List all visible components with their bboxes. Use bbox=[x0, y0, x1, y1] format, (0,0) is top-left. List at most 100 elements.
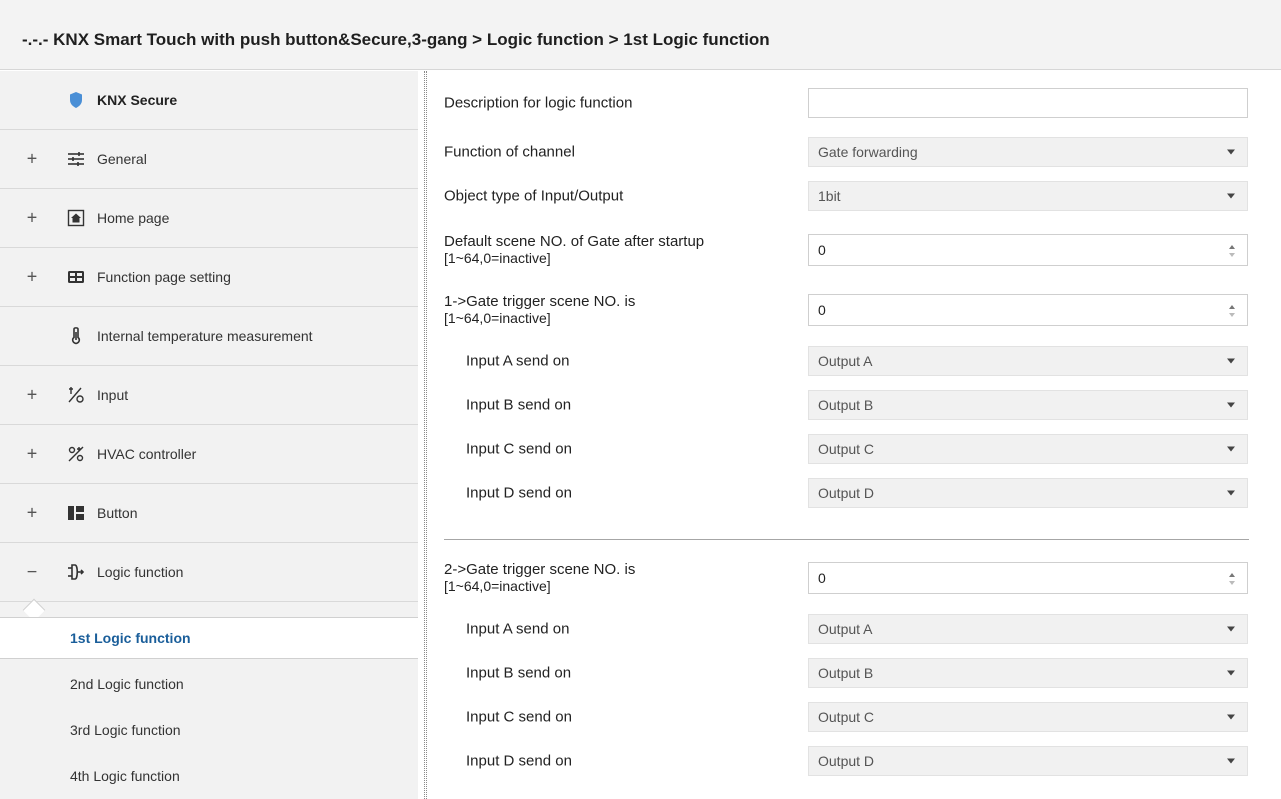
sliders-icon bbox=[66, 149, 86, 169]
expand-icon[interactable]: + bbox=[25, 385, 39, 406]
expand-icon[interactable]: + bbox=[25, 503, 39, 524]
sidebar-item-label: Logic function bbox=[97, 564, 184, 580]
param-label-line1: Default scene NO. of Gate after startup bbox=[444, 233, 705, 250]
hvac-icon bbox=[66, 444, 86, 464]
spin-up-icon[interactable] bbox=[1229, 573, 1235, 577]
panel-splitter[interactable] bbox=[424, 71, 427, 799]
param-label: Input D send on bbox=[466, 752, 572, 770]
shield-icon bbox=[66, 90, 86, 110]
gate2-scene-spinbox[interactable]: 0 bbox=[808, 562, 1248, 594]
sidebar-item-knx-secure[interactable]: KNX Secure bbox=[0, 71, 418, 130]
select-value: Output B bbox=[818, 397, 874, 413]
param-row-gate2-input-c: Input C send on Output C bbox=[428, 698, 1281, 736]
param-row-function-channel: Function of channel Gate forwarding bbox=[428, 133, 1281, 171]
param-row-gate1-input-d: Input D send on Output D bbox=[428, 474, 1281, 512]
sidebar-item-hvac-controller[interactable]: + HVAC controller bbox=[0, 425, 418, 484]
select-value: Output C bbox=[818, 709, 875, 725]
param-row-gate1-input-c: Input C send on Output C bbox=[428, 430, 1281, 468]
param-label: Input B send on bbox=[466, 396, 572, 414]
select-value: Gate forwarding bbox=[818, 144, 918, 160]
sidebar-item-label: Input bbox=[97, 387, 129, 403]
window-title: -.-.- KNX Smart Touch with push button&S… bbox=[22, 30, 770, 49]
param-label: 2->Gate trigger scene NO. is [1~64,0=ina… bbox=[444, 561, 635, 595]
sidebar-item-button[interactable]: + Button bbox=[0, 484, 418, 543]
sidebar: KNX Secure + General + Home page + Funct… bbox=[0, 71, 418, 799]
param-label: Input C send on bbox=[466, 440, 572, 458]
select-value: Output C bbox=[818, 441, 875, 457]
sidebar-subitem-label: 2nd Logic function bbox=[70, 676, 184, 692]
sidebar-item-internal-temperature[interactable]: Internal temperature measurement bbox=[0, 307, 418, 366]
dropdown-arrow-icon bbox=[1227, 149, 1235, 155]
param-label: 1->Gate trigger scene NO. is [1~64,0=ina… bbox=[444, 293, 635, 327]
select-value: Output B bbox=[818, 665, 874, 681]
param-label: Object type of Input/Output bbox=[444, 187, 624, 205]
param-row-gate1-scene: 1->Gate trigger scene NO. is [1~64,0=ina… bbox=[428, 291, 1281, 329]
expand-icon[interactable]: + bbox=[25, 208, 39, 229]
sidebar-subitem-4th-logic-function[interactable]: 4th Logic function bbox=[0, 755, 418, 797]
param-label: Input D send on bbox=[466, 484, 572, 502]
spin-down-icon[interactable] bbox=[1229, 313, 1235, 317]
gate2-input-b-select[interactable]: Output B bbox=[808, 658, 1248, 688]
select-value: Output A bbox=[818, 621, 873, 637]
expand-icon[interactable]: + bbox=[25, 444, 39, 465]
spin-down-icon[interactable] bbox=[1229, 253, 1235, 257]
expand-icon[interactable]: + bbox=[25, 149, 39, 170]
sidebar-item-label: General bbox=[97, 151, 147, 167]
param-row-description: Description for logic function bbox=[428, 84, 1281, 122]
select-value: Output D bbox=[818, 753, 875, 769]
spinbox-value: 0 bbox=[818, 570, 826, 586]
dropdown-arrow-icon bbox=[1227, 358, 1235, 364]
home-icon bbox=[66, 208, 86, 228]
description-input[interactable] bbox=[808, 88, 1248, 118]
param-label: Function of channel bbox=[444, 143, 575, 161]
thermometer-icon bbox=[66, 326, 86, 346]
sidebar-item-label: Internal temperature measurement bbox=[97, 328, 313, 344]
button-icon bbox=[66, 503, 86, 523]
param-label-line2: [1~64,0=inactive] bbox=[444, 250, 551, 266]
sidebar-item-logic-function[interactable]: − Logic function bbox=[0, 543, 418, 602]
spin-up-icon[interactable] bbox=[1229, 305, 1235, 309]
spin-up-icon[interactable] bbox=[1229, 245, 1235, 249]
sidebar-subitem-2nd-logic-function[interactable]: 2nd Logic function bbox=[0, 663, 418, 705]
gate1-scene-spinbox[interactable]: 0 bbox=[808, 294, 1248, 326]
param-label: Input A send on bbox=[466, 620, 570, 638]
dropdown-arrow-icon bbox=[1227, 402, 1235, 408]
section-separator bbox=[444, 539, 1249, 540]
gate2-input-d-select[interactable]: Output D bbox=[808, 746, 1248, 776]
collapse-icon[interactable]: − bbox=[25, 562, 39, 583]
sidebar-subitem-3rd-logic-function[interactable]: 3rd Logic function bbox=[0, 709, 418, 751]
gate1-input-a-select[interactable]: Output A bbox=[808, 346, 1248, 376]
param-row-gate2-scene: 2->Gate trigger scene NO. is [1~64,0=ina… bbox=[428, 559, 1281, 597]
sidebar-item-function-page-setting[interactable]: + Function page setting bbox=[0, 248, 418, 307]
spin-down-icon[interactable] bbox=[1229, 581, 1235, 585]
input-icon bbox=[66, 385, 86, 405]
parameter-panel: Description for logic function Function … bbox=[428, 71, 1281, 799]
param-label-line1: 2->Gate trigger scene NO. is bbox=[444, 561, 636, 578]
sidebar-item-home-page[interactable]: + Home page bbox=[0, 189, 418, 248]
function-channel-select[interactable]: Gate forwarding bbox=[808, 137, 1248, 167]
dropdown-arrow-icon bbox=[1227, 758, 1235, 764]
param-row-gate2-input-d: Input D send on Output D bbox=[428, 742, 1281, 780]
sidebar-item-input[interactable]: + Input bbox=[0, 366, 418, 425]
sidebar-item-general[interactable]: + General bbox=[0, 130, 418, 189]
dropdown-arrow-icon bbox=[1227, 670, 1235, 676]
dropdown-arrow-icon bbox=[1227, 490, 1235, 496]
param-label-line1: 1->Gate trigger scene NO. is bbox=[444, 293, 636, 310]
sidebar-subitem-1st-logic-function[interactable]: 1st Logic function bbox=[0, 617, 418, 659]
sidebar-subitem-label: 4th Logic function bbox=[70, 768, 180, 784]
default-scene-spinbox[interactable]: 0 bbox=[808, 234, 1248, 266]
sidebar-item-label: Button bbox=[97, 505, 138, 521]
param-row-default-scene: Default scene NO. of Gate after startup … bbox=[428, 231, 1281, 269]
gate1-input-b-select[interactable]: Output B bbox=[808, 390, 1248, 420]
spinbox-value: 0 bbox=[818, 242, 826, 258]
gate2-input-c-select[interactable]: Output C bbox=[808, 702, 1248, 732]
object-type-select[interactable]: 1bit bbox=[808, 181, 1248, 211]
gate2-input-a-select[interactable]: Output A bbox=[808, 614, 1248, 644]
spinbox-value: 0 bbox=[818, 302, 826, 318]
expand-icon[interactable]: + bbox=[25, 267, 39, 288]
gate1-input-c-select[interactable]: Output C bbox=[808, 434, 1248, 464]
select-value: 1bit bbox=[818, 188, 841, 204]
gate1-input-d-select[interactable]: Output D bbox=[808, 478, 1248, 508]
dropdown-arrow-icon bbox=[1227, 446, 1235, 452]
param-label-line2: [1~64,0=inactive] bbox=[444, 578, 551, 594]
